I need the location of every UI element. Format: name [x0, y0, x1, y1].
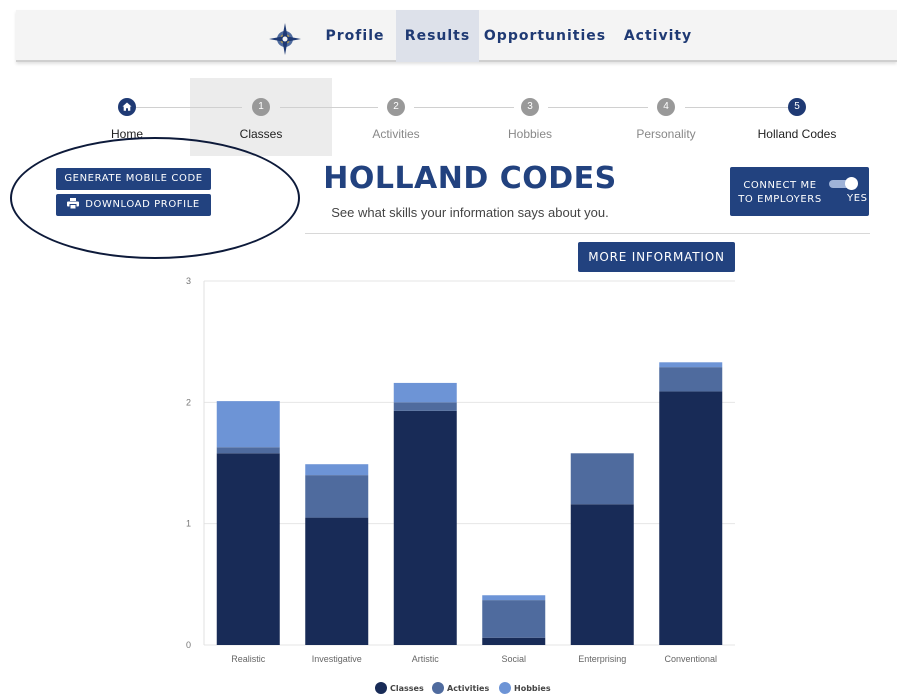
download-profile-label: DOWNLOAD PROFILE — [85, 199, 200, 210]
x-tick-label: Conventional — [664, 654, 717, 664]
bar-classes-enterprising — [570, 504, 634, 645]
compass-star-icon[interactable] — [269, 23, 301, 55]
legend-label: Activities — [447, 683, 490, 693]
bar-hobbies-realistic — [216, 401, 280, 448]
step-classes[interactable]: 1 Classes — [201, 98, 321, 141]
connect-toggle[interactable] — [829, 177, 858, 190]
bar-activities-social — [482, 600, 546, 638]
nav-opportunities[interactable]: Opportunities — [479, 10, 611, 62]
step-label: Classes — [239, 127, 283, 141]
step-label: Activities — [372, 127, 420, 141]
legend-label: Hobbies — [514, 683, 551, 693]
printer-icon — [67, 197, 80, 209]
x-tick-label: Enterprising — [578, 654, 626, 664]
top-nav: Profile Results Opportunities Activity — [16, 10, 897, 62]
holland-codes-chart: 0 1 2 3 Realistic Investigative Artistic Social… — [186, 276, 735, 664]
legend-swatch — [375, 682, 387, 694]
bar-activities-realistic — [216, 447, 280, 454]
step-label: Personality — [636, 127, 696, 141]
connect-label-line1: CONNECT ME — [743, 180, 817, 191]
step-number: 4 — [657, 98, 675, 116]
bar-activities-conventional — [659, 367, 723, 392]
x-tick-label: Social — [501, 654, 526, 664]
step-number: 1 — [252, 98, 270, 116]
bar-classes-conventional — [659, 391, 723, 645]
bar-classes-realistic — [216, 453, 280, 645]
generate-mobile-code-button[interactable]: GENERATE MOBILE CODE — [56, 168, 211, 190]
toggle-knob — [845, 177, 858, 190]
legend-swatch — [499, 682, 511, 694]
legend-label: Classes — [390, 683, 424, 693]
bar-hobbies-investigative — [305, 464, 369, 476]
bar-hobbies-conventional — [659, 362, 723, 368]
step-label: Home — [110, 127, 143, 141]
y-tick-label: 0 — [186, 640, 191, 650]
connect-employers-button[interactable]: CONNECT ME TO EMPLOYERS YES — [730, 167, 869, 216]
home-icon — [118, 98, 136, 116]
x-tick-label: Realistic — [231, 654, 266, 664]
connect-label-line2: TO EMPLOYERS — [738, 194, 822, 205]
step-label: Holland Codes — [757, 127, 837, 141]
y-tick-label: 2 — [186, 397, 191, 407]
page-subtitle: See what skills your information says ab… — [331, 205, 609, 220]
connect-label: CONNECT ME TO EMPLOYERS — [730, 179, 830, 207]
step-label: Hobbies — [507, 127, 553, 141]
step-activities[interactable]: 2 Activities — [336, 98, 456, 141]
bar-hobbies-social — [482, 595, 546, 601]
page-title: HOLLAND CODES — [323, 161, 617, 196]
step-number: 3 — [521, 98, 539, 116]
nav-activity[interactable]: Activity — [613, 10, 703, 62]
bar-classes-artistic — [393, 410, 457, 645]
bar-activities-investigative — [305, 475, 369, 518]
legend-item-activities[interactable]: Activities — [432, 682, 489, 694]
nav-results[interactable]: Results — [396, 10, 479, 62]
step-number: 5 — [788, 98, 806, 116]
divider — [305, 233, 870, 234]
bar-activities-artistic — [393, 402, 457, 411]
step-personality[interactable]: 4 Personality — [606, 98, 726, 141]
y-tick-label: 1 — [186, 519, 191, 529]
toggle-state: YES — [847, 193, 868, 204]
bar-classes-social — [482, 637, 546, 645]
bar-activities-enterprising — [570, 453, 634, 505]
legend-item-hobbies[interactable]: Hobbies — [499, 682, 551, 694]
step-home[interactable]: Home — [67, 98, 187, 141]
bar-hobbies-artistic — [393, 382, 457, 403]
legend-item-classes[interactable]: Classes — [375, 682, 424, 694]
legend-swatch — [432, 682, 444, 694]
nav-profile[interactable]: Profile — [316, 10, 394, 62]
step-holland-codes[interactable]: 5 Holland Codes — [737, 98, 857, 141]
y-tick-label: 3 — [186, 276, 191, 286]
step-number: 2 — [387, 98, 405, 116]
bar-classes-investigative — [305, 517, 369, 645]
x-tick-label: Investigative — [312, 654, 362, 664]
step-hobbies[interactable]: 3 Hobbies — [470, 98, 590, 141]
x-tick-label: Artistic — [412, 654, 440, 664]
download-profile-button[interactable]: DOWNLOAD PROFILE — [56, 194, 211, 216]
more-information-button[interactable]: MORE INFORMATION — [578, 242, 735, 272]
